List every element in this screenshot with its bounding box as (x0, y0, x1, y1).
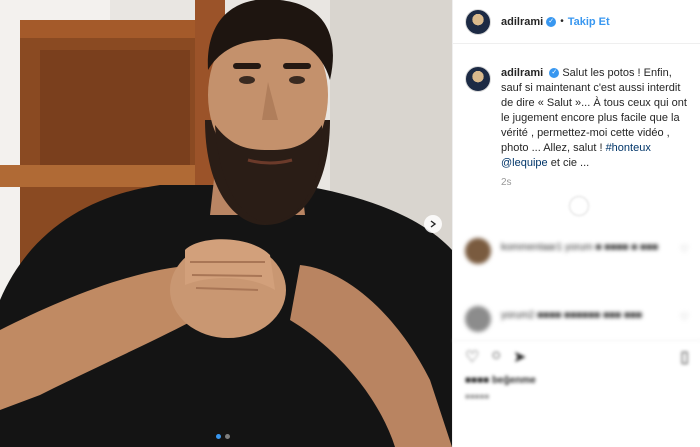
avatar[interactable] (465, 8, 491, 35)
video-frame (0, 0, 452, 447)
share-icon[interactable]: ➤ (513, 347, 526, 367)
caption-body: Salut les potos ! Enfin, sauf si mainten… (501, 67, 687, 154)
likes-count[interactable]: ■■■■ beğenme (465, 375, 689, 386)
comment-text: yorum2 ■■■■ ■■■■■■ ■■■ ■■■ (501, 310, 643, 321)
comment-text: kommentaar1 yorum ■ ■■■■ ■ ■■■ (501, 242, 659, 253)
avatar[interactable] (465, 238, 491, 264)
hashtag-link[interactable]: #honteux (606, 142, 651, 154)
post-header: adilrami ✓ • Takip Et (453, 0, 700, 44)
separator: • (560, 16, 564, 27)
avatar[interactable] (465, 66, 491, 92)
caption-tail: et cie ... (547, 157, 590, 169)
carousel-dot (216, 434, 221, 439)
mention-link[interactable]: @lequipe (501, 157, 548, 169)
avatar[interactable] (465, 306, 491, 332)
heart-icon[interactable]: ♡ (680, 244, 689, 255)
caption: adilrami ✓ Salut les potos ! Enfin, sauf… (465, 66, 693, 171)
verified-badge-icon: ✓ (546, 16, 557, 27)
username-link[interactable]: adilrami (501, 16, 543, 28)
heart-icon[interactable]: ♡ (680, 312, 689, 323)
carousel-indicator (216, 434, 230, 439)
action-bar: ♡ ○ ➤ ▯ ■■■■ beğenme ■■■■■ (453, 340, 700, 401)
post-time: 2s (501, 177, 512, 188)
comment-icon[interactable]: ○ (491, 347, 501, 367)
post-sidebar: adilrami ✓ • Takip Et adilrami ✓ Salut l… (452, 0, 700, 447)
caption-text: adilrami ✓ Salut les potos ! Enfin, sauf… (501, 66, 691, 171)
next-media-button[interactable] (424, 215, 442, 233)
load-more-comments-button[interactable] (569, 196, 589, 216)
post-date: ■■■■■ (465, 392, 490, 401)
verified-badge-icon: ✓ (549, 68, 560, 79)
bookmark-icon[interactable]: ▯ (680, 347, 689, 367)
heart-icon[interactable]: ♡ (465, 347, 479, 367)
follow-button[interactable]: Takip Et (568, 16, 610, 28)
carousel-dot (225, 434, 230, 439)
caption-username-link[interactable]: adilrami (501, 67, 543, 79)
post-media[interactable] (0, 0, 452, 447)
chevron-right-icon (429, 215, 437, 233)
